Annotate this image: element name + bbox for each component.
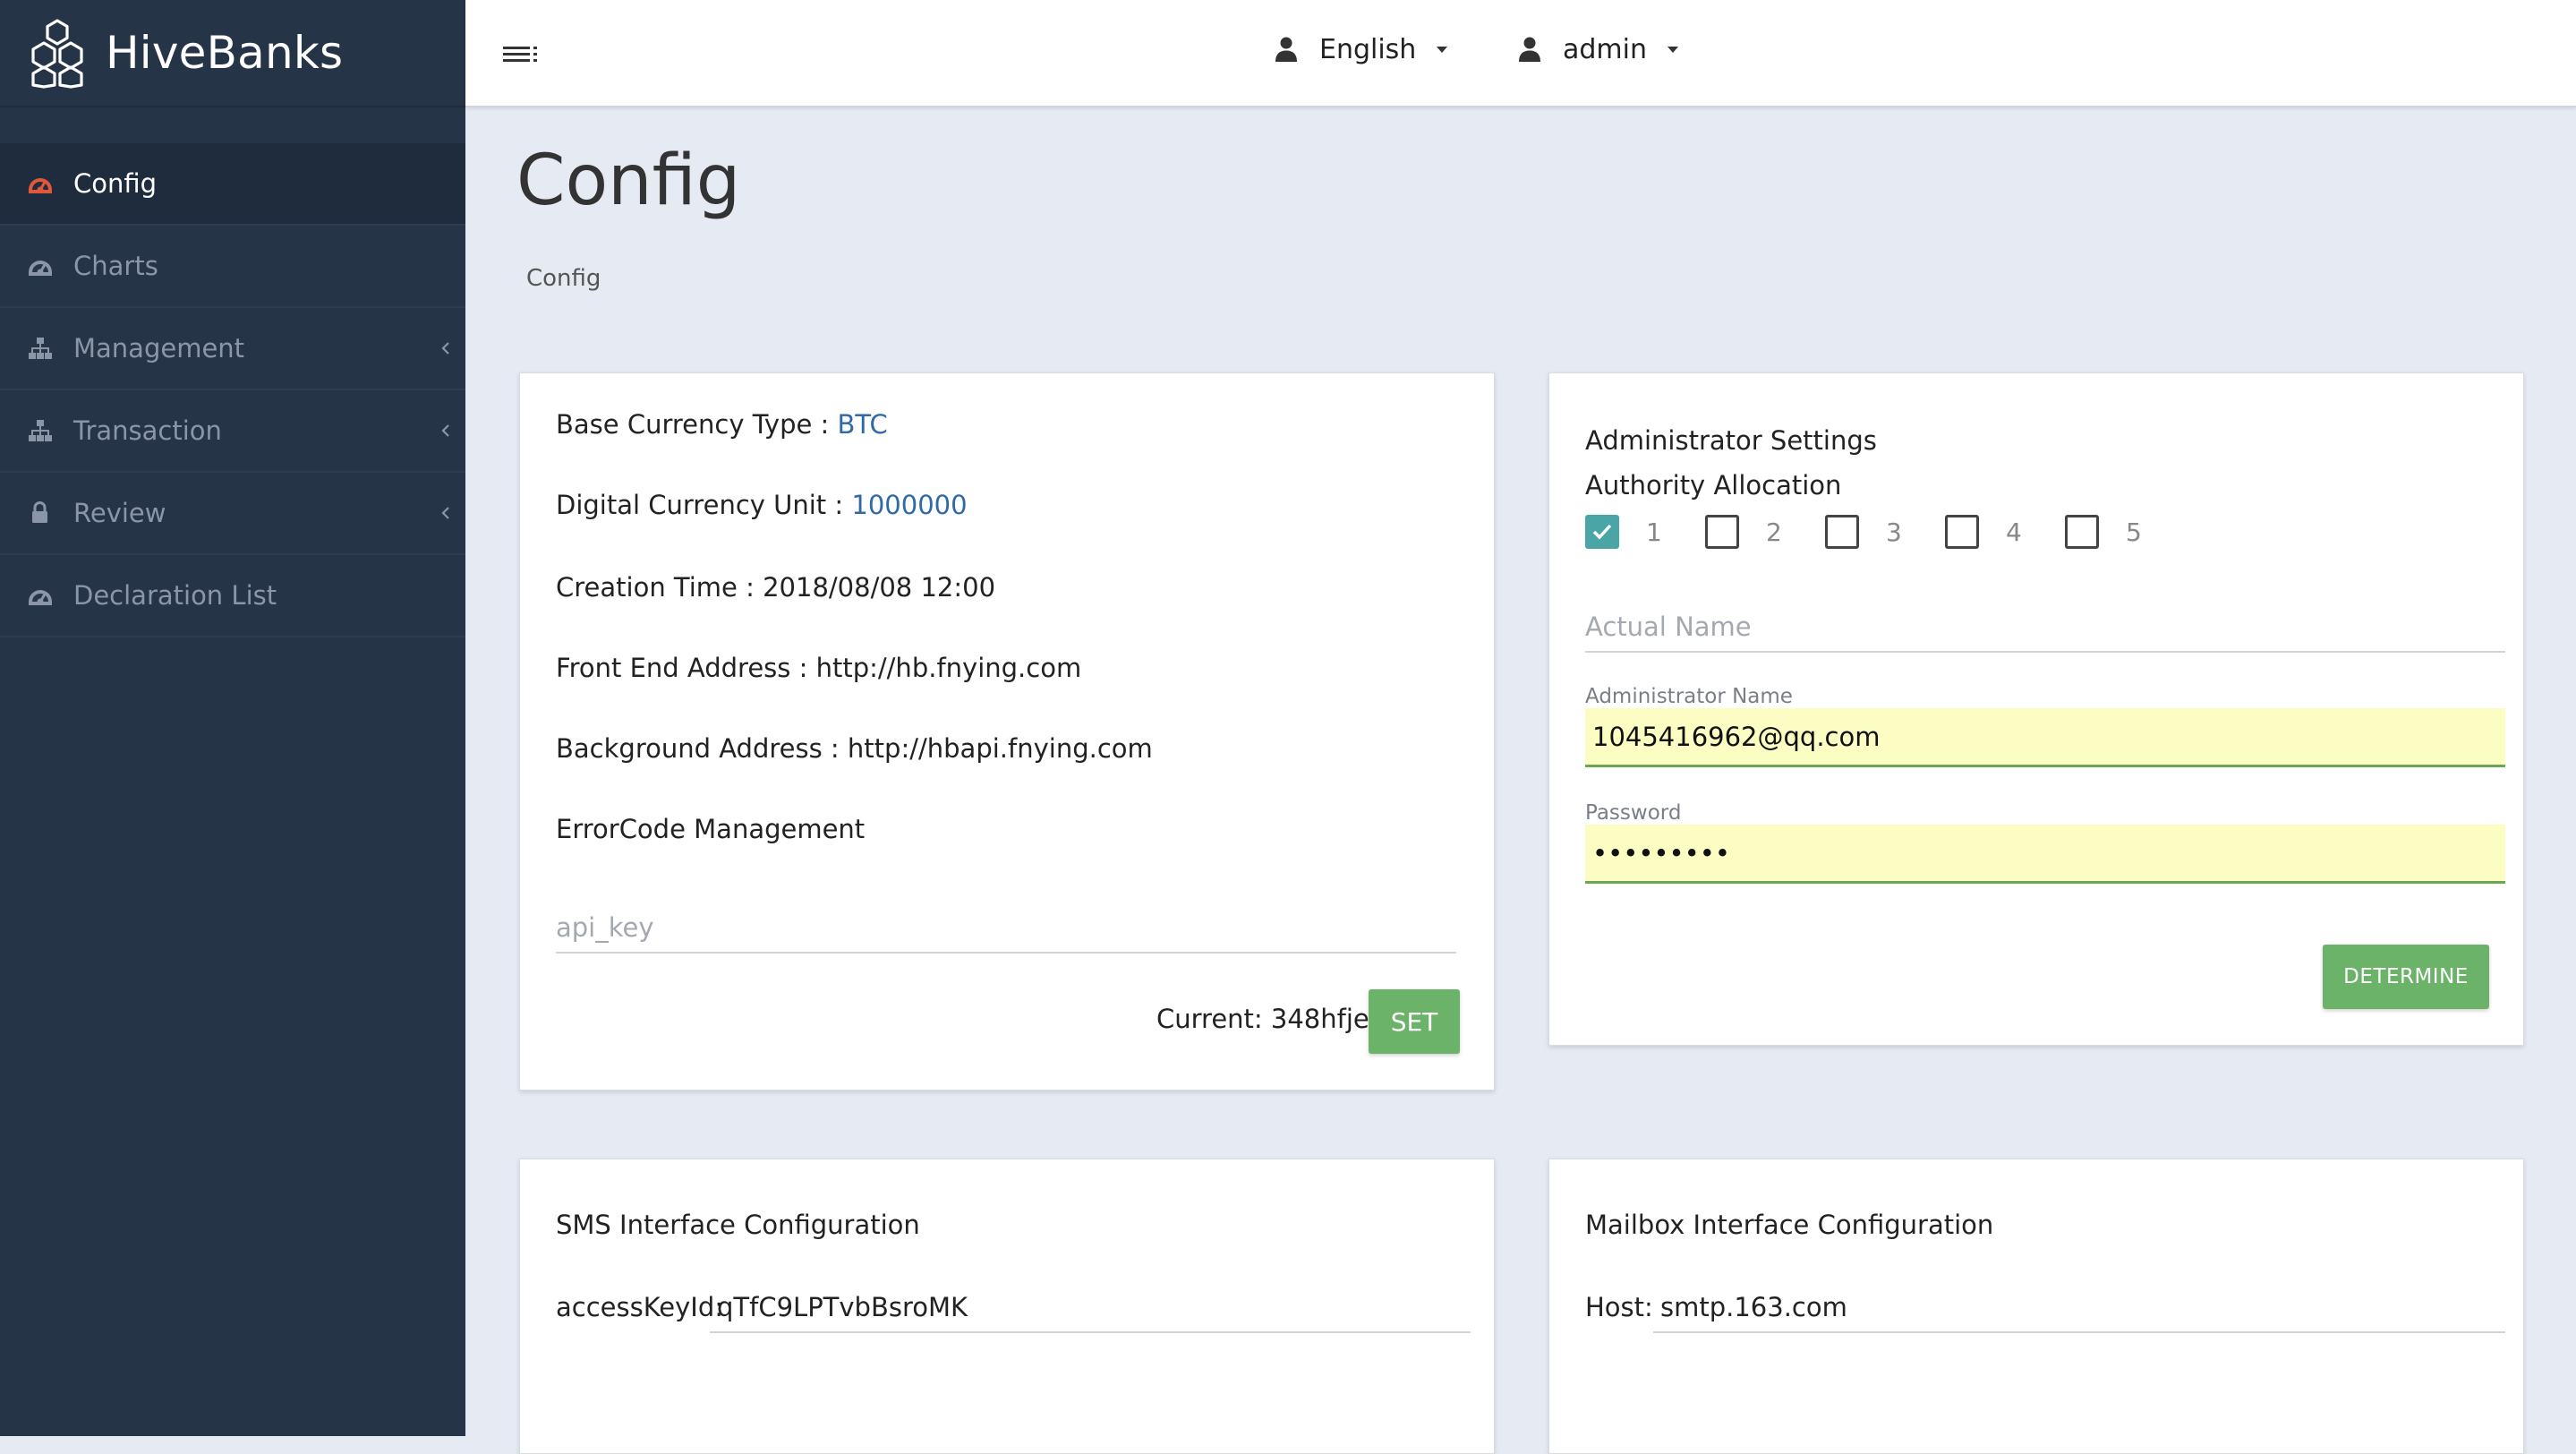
authority-checkbox-group: 1 2 3 4 5 bbox=[1585, 515, 2185, 549]
current-api-key: Current: 348hfjeh bbox=[1156, 1004, 1386, 1034]
lock-icon bbox=[27, 500, 54, 526]
sms-config-card: SMS Interface Configuration accessKeyId: bbox=[519, 1159, 1495, 1454]
background-address: Background Address : http://hbapi.fnying… bbox=[556, 733, 1153, 764]
sidebar-item-label: Management bbox=[73, 333, 245, 364]
admin-settings-title: Administrator Settings bbox=[1585, 425, 1877, 456]
caret-down-icon bbox=[1668, 47, 1678, 53]
base-config-card: Base Currency Type : BTC Digital Currenc… bbox=[519, 372, 1495, 1090]
dashboard-gauge-icon bbox=[27, 252, 54, 279]
mailbox-config-card: Mailbox Interface Configuration Host: bbox=[1548, 1159, 2524, 1454]
language-label: English bbox=[1319, 33, 1417, 65]
dashboard-gauge-icon bbox=[27, 170, 54, 197]
authority-checkbox-5[interactable] bbox=[2065, 515, 2099, 549]
user-icon bbox=[1519, 37, 1540, 62]
authority-checkbox-3[interactable] bbox=[1825, 515, 1859, 549]
sitemap-icon bbox=[27, 335, 54, 362]
sidebar-item-config[interactable]: Config bbox=[0, 143, 465, 226]
admin-settings-card: Administrator Settings Authority Allocat… bbox=[1548, 372, 2524, 1046]
hivebanks-logo-icon bbox=[31, 19, 83, 89]
checkbox-label: 5 bbox=[2126, 517, 2142, 547]
currency-unit-row: Digital Currency Unit : 1000000 bbox=[556, 490, 968, 520]
mailbox-config-title: Mailbox Interface Configuration bbox=[1585, 1210, 1994, 1240]
caret-down-icon bbox=[1437, 47, 1448, 53]
checkbox-label: 3 bbox=[1886, 517, 1902, 547]
checkmark-icon bbox=[1592, 524, 1612, 540]
sidebar-item-label: Charts bbox=[73, 251, 158, 281]
hamburger-list-icon bbox=[503, 47, 537, 62]
creation-time: Creation Time : 2018/08/08 12:00 bbox=[556, 572, 996, 603]
user-label: admin bbox=[1563, 33, 1647, 65]
dashboard-gauge-icon bbox=[27, 582, 54, 609]
authority-checkbox-2[interactable] bbox=[1705, 515, 1739, 549]
host-label: Host: bbox=[1585, 1292, 1653, 1322]
sidebar-item-label: Config bbox=[73, 168, 158, 199]
actual-name-input[interactable] bbox=[1585, 608, 2505, 653]
sidebar-nav: Config Charts Management Transaction Rev… bbox=[0, 143, 465, 637]
checkbox-label: 1 bbox=[1646, 517, 1662, 547]
sidebar-item-declaration-list[interactable]: Declaration List bbox=[0, 555, 465, 637]
sidebar-item-transaction[interactable]: Transaction bbox=[0, 390, 465, 473]
brand-name: HiveBanks bbox=[106, 27, 344, 79]
authority-checkbox-1[interactable] bbox=[1585, 515, 1619, 549]
breadcrumb: Config bbox=[526, 265, 601, 292]
checkbox-label: 4 bbox=[2006, 517, 2022, 547]
user-icon bbox=[1275, 37, 1297, 62]
sitemap-icon bbox=[27, 417, 54, 444]
host-input[interactable] bbox=[1653, 1288, 2505, 1333]
sidebar-item-label: Transaction bbox=[73, 415, 222, 446]
sidebar-item-charts[interactable]: Charts bbox=[0, 226, 465, 308]
brand[interactable]: HiveBanks bbox=[0, 0, 465, 107]
language-dropdown[interactable]: English bbox=[1275, 27, 1448, 72]
authority-checkbox-4[interactable] bbox=[1945, 515, 1979, 549]
sidebar-item-management[interactable]: Management bbox=[0, 308, 465, 390]
password-input[interactable] bbox=[1585, 825, 2505, 884]
chevron-left-icon bbox=[439, 503, 453, 523]
chevron-left-icon bbox=[439, 338, 453, 358]
base-currency-row: Base Currency Type : BTC bbox=[556, 409, 888, 440]
authority-allocation-label: Authority Allocation bbox=[1585, 470, 1842, 500]
currency-unit-label: Digital Currency Unit : bbox=[556, 490, 852, 520]
sms-config-title: SMS Interface Configuration bbox=[556, 1210, 920, 1240]
front-end-address: Front End Address : http://hb.fnying.com bbox=[556, 653, 1082, 683]
sidebar-item-label: Review bbox=[73, 498, 166, 528]
administrator-name-input[interactable] bbox=[1585, 708, 2505, 767]
access-key-label: accessKeyId: bbox=[556, 1292, 724, 1322]
api-key-input[interactable] bbox=[556, 909, 1456, 954]
sidebar: HiveBanks Config Charts Management Trans… bbox=[0, 0, 465, 1436]
administrator-name-label: Administrator Name bbox=[1585, 685, 1793, 708]
errorcode-management-link[interactable]: ErrorCode Management bbox=[556, 814, 865, 844]
user-dropdown[interactable]: admin bbox=[1518, 27, 1679, 72]
chevron-left-icon bbox=[439, 421, 453, 440]
base-currency-value: BTC bbox=[837, 409, 888, 440]
base-currency-label: Base Currency Type : bbox=[556, 409, 838, 440]
menu-toggle-button[interactable] bbox=[501, 39, 541, 70]
determine-button[interactable]: DETERMINE bbox=[2323, 945, 2489, 1009]
password-label: Password bbox=[1585, 801, 1682, 825]
checkbox-label: 2 bbox=[1766, 517, 1782, 547]
set-button[interactable]: SET bbox=[1369, 989, 1460, 1054]
page-title: Config bbox=[516, 141, 741, 221]
currency-unit-value: 1000000 bbox=[851, 490, 968, 520]
access-key-input[interactable] bbox=[710, 1288, 1471, 1333]
sidebar-item-review[interactable]: Review bbox=[0, 473, 465, 555]
sidebar-item-label: Declaration List bbox=[73, 580, 277, 611]
topbar: English admin bbox=[465, 0, 2576, 107]
